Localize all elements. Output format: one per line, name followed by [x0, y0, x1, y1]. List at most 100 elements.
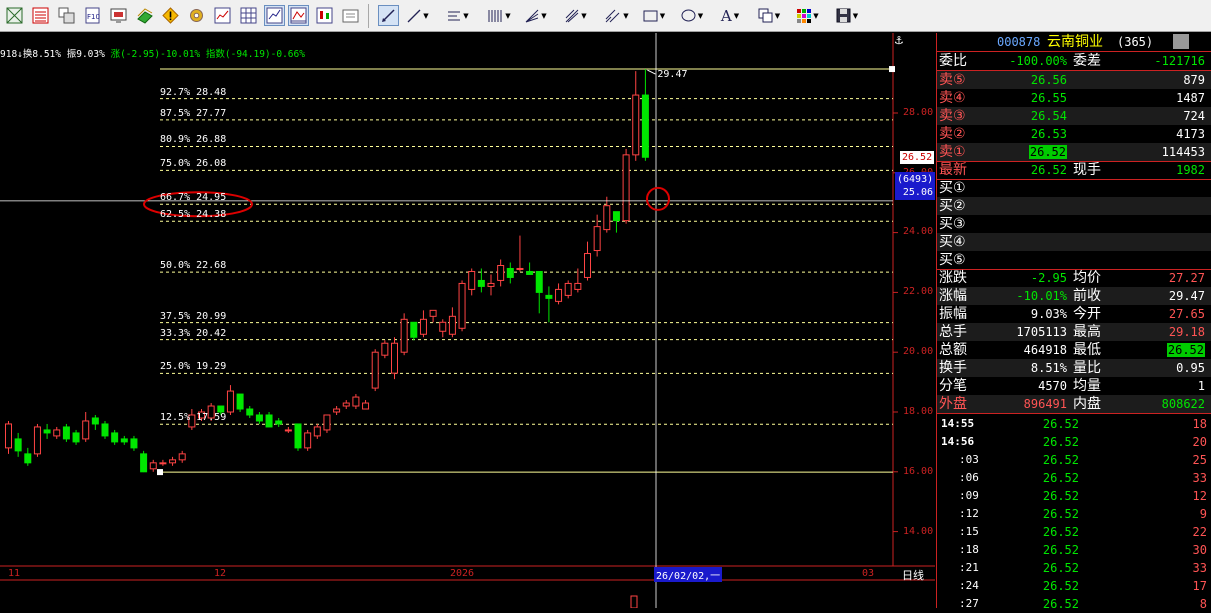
- candle-body-up: [149, 462, 157, 470]
- buy-level-row[interactable]: 买④: [937, 233, 1211, 251]
- stat-value: -10.01%: [1016, 289, 1067, 303]
- tick-volume: 20: [1192, 435, 1207, 449]
- sell-level-volume: 724: [1183, 109, 1205, 123]
- parallel-tool-icon[interactable]: ▼: [446, 5, 470, 26]
- minute-chart-icon[interactable]: [212, 5, 233, 26]
- period-chart-icon[interactable]: [288, 5, 309, 26]
- fib-level-label: 66.7% 24.95: [160, 192, 227, 204]
- windows-icon[interactable]: [56, 5, 77, 26]
- tick-price: 26.52: [1042, 417, 1079, 431]
- chart-grid-icon[interactable]: [4, 5, 25, 26]
- candle-body-up: [400, 318, 408, 353]
- candle-body-up: [574, 282, 582, 290]
- tick-time: :21: [959, 561, 979, 574]
- sell-level-row[interactable]: 卖④ 26.55 1487: [937, 89, 1211, 107]
- warning-icon[interactable]: [160, 5, 181, 26]
- period-label[interactable]: 日线: [902, 567, 924, 583]
- candle-body-down: [612, 211, 620, 222]
- candle-body-down: [101, 423, 109, 437]
- candle-body-up: [564, 282, 572, 296]
- candle-body-up: [516, 267, 524, 270]
- fib-level-label: 62.5% 24.38: [160, 209, 227, 221]
- table-list-icon[interactable]: [30, 5, 51, 26]
- candle-body-up: [458, 282, 466, 329]
- candle-body-up: [284, 429, 292, 432]
- tick-volume: 33: [1192, 561, 1207, 575]
- buy-level-row[interactable]: 买⑤: [937, 251, 1211, 269]
- save-icon[interactable]: ▼: [834, 5, 860, 26]
- x-tick-label: 03: [862, 568, 875, 579]
- sell-level-row[interactable]: 卖③ 26.54 724: [937, 107, 1211, 125]
- fib-anchor-low: [157, 469, 163, 476]
- anchor-icon: ⚓: [894, 34, 904, 47]
- candle-body-down: [14, 438, 22, 452]
- candle-body-up: [622, 154, 630, 222]
- stat-label: 均价: [1073, 270, 1101, 286]
- candle-body-up: [429, 309, 437, 317]
- stat-row: 振幅 9.03% 今开 27.65: [937, 305, 1211, 323]
- tick-price: 26.52: [1042, 453, 1079, 467]
- popout-icon[interactable]: [340, 5, 361, 26]
- buy-level-row[interactable]: 买②: [937, 197, 1211, 215]
- annotation-circle: [646, 186, 670, 211]
- kline-chart[interactable]: 29.47 ⚓ 918↓换8.51% 振9.03% 涨(-2.95)-10.01%…: [0, 33, 935, 608]
- candle-body-down: [275, 420, 283, 425]
- draw-select-icon[interactable]: [378, 5, 399, 26]
- info-turnover: ↓换8.51%: [17, 49, 61, 60]
- candle-body-up: [497, 264, 505, 281]
- tick-row: :12 26.52 9: [937, 505, 1211, 523]
- sell-level-row[interactable]: 卖① 26.52 114453: [937, 143, 1211, 161]
- cursor-price-tag: (6493) 25.06: [895, 172, 935, 200]
- stat-value: 1: [1197, 379, 1205, 393]
- gann-tool-icon[interactable]: ▼: [564, 5, 588, 26]
- last-price-tag: 26.52: [900, 151, 935, 164]
- fan-tool-icon[interactable]: ▼: [524, 5, 548, 26]
- buy-level-row[interactable]: 买①: [937, 179, 1211, 197]
- sell-level-volume: 4173: [1176, 127, 1205, 141]
- color-tool-icon[interactable]: ▼: [796, 5, 820, 26]
- high-price-pointer: [647, 69, 656, 75]
- stat-value: 9.03%: [1030, 307, 1067, 321]
- text-tool-icon[interactable]: A ▼: [718, 5, 742, 26]
- line-tool-icon[interactable]: ▼: [406, 5, 430, 26]
- candle-body-up: [313, 426, 321, 437]
- fib-level-label: 25.0% 19.29: [160, 361, 227, 373]
- sell-level-volume: 114453: [1161, 145, 1205, 159]
- gear-icon[interactable]: [186, 5, 207, 26]
- candle-body-up: [342, 402, 350, 407]
- fib-anchor-high: [889, 66, 895, 73]
- kline-view-icon[interactable]: [314, 5, 335, 26]
- candle-body-down: [410, 321, 418, 338]
- fib-level-label: 87.5% 27.77: [160, 107, 227, 119]
- sell-level-row[interactable]: 卖⑤ 26.56 879: [937, 71, 1211, 89]
- table-icon[interactable]: [238, 5, 259, 26]
- tick-time: :24: [959, 579, 979, 592]
- rectangle-tool-icon[interactable]: ▼: [642, 5, 666, 26]
- candle-body-down: [236, 393, 244, 410]
- candle-body-down: [91, 417, 99, 425]
- x-tick-label: 11: [8, 568, 21, 579]
- tick-price: 26.52: [1042, 597, 1079, 611]
- stat-row: 总额 464918 最低 26.52: [937, 341, 1211, 359]
- stock-icon[interactable]: [134, 5, 155, 26]
- kline-chart-icon[interactable]: [264, 5, 285, 26]
- y-tick-label: 16.00: [903, 466, 934, 477]
- fibonacci-tool-icon[interactable]: ▼: [486, 5, 512, 26]
- candle-body-down: [217, 405, 225, 413]
- fib-level-label: 37.5% 20.99: [160, 310, 227, 322]
- candle-body-up: [5, 423, 12, 449]
- tick-row: :03 26.52 25: [937, 451, 1211, 469]
- info-prefix: 918: [0, 49, 18, 60]
- f10-detail-icon[interactable]: [1173, 34, 1189, 49]
- f10-icon[interactable]: F10: [82, 5, 103, 26]
- candle-body-up: [381, 342, 389, 356]
- candle-body-up: [362, 402, 370, 410]
- candle-body-down: [255, 414, 263, 422]
- stat-label: 量比: [1073, 360, 1101, 376]
- sell-level-row[interactable]: 卖② 26.53 4173: [937, 125, 1211, 143]
- buy-level-row[interactable]: 买③: [937, 215, 1211, 233]
- channel-tool-icon[interactable]: ▼: [604, 5, 630, 26]
- ellipse-tool-icon[interactable]: ▼: [680, 5, 704, 26]
- screen-icon[interactable]: [108, 5, 129, 26]
- copy-tool-icon[interactable]: ▼: [756, 5, 782, 26]
